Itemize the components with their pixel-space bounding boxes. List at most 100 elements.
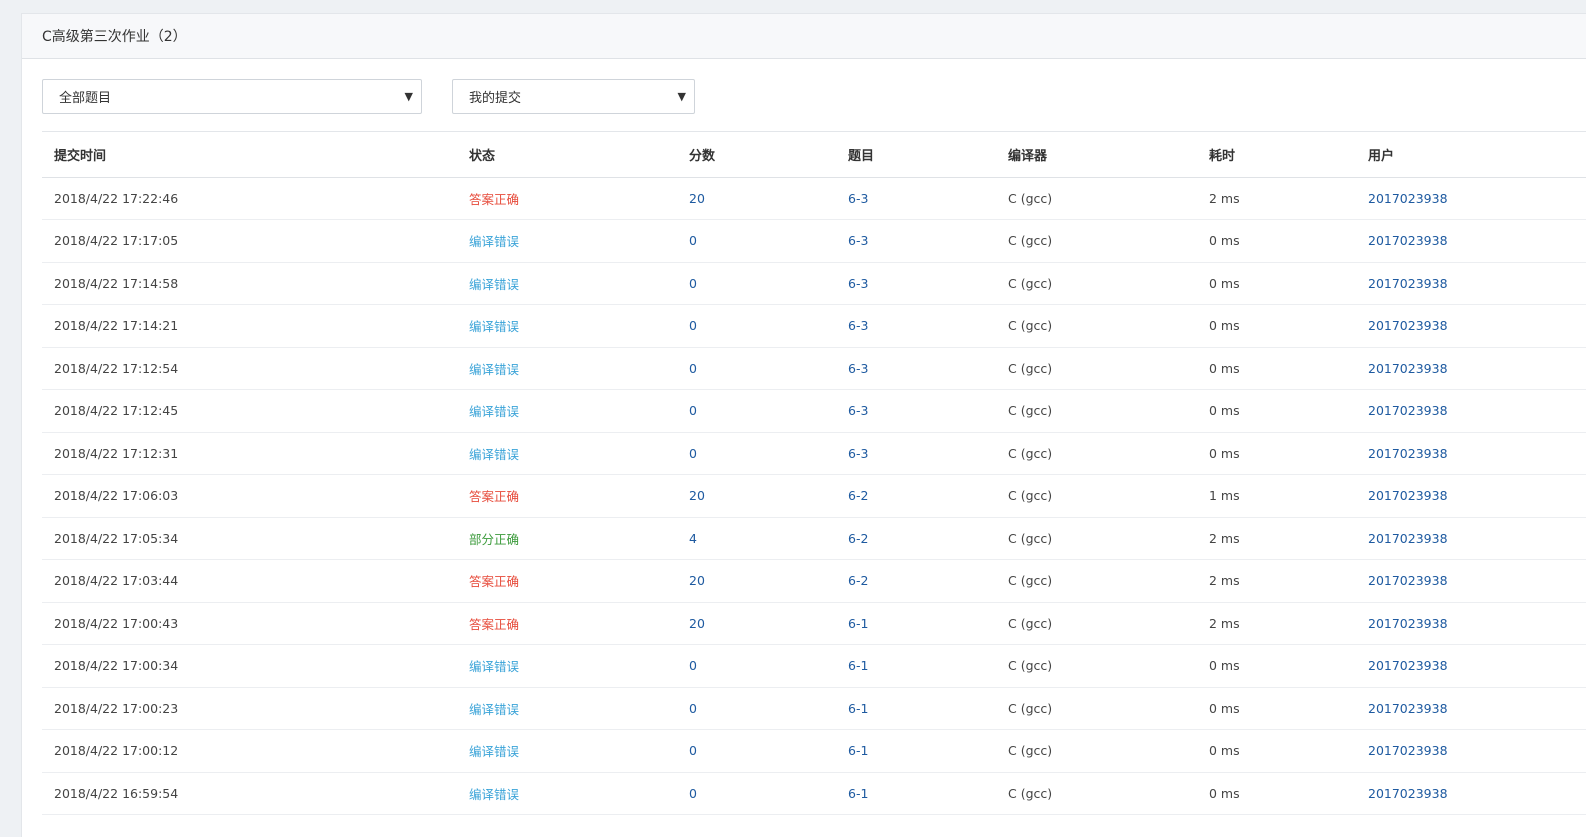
table-row: 2018/4/22 17:14:58 编译错误 0 6-3 C (gcc) 0 ms 201…: [42, 262, 1586, 305]
cell-submit-time: 2018/4/22 17:00:34: [54, 658, 179, 674]
cell-status-link[interactable]: 编译错误: [469, 319, 519, 334]
cell-score-link[interactable]: 0: [689, 318, 697, 333]
cell-problem-link[interactable]: 6-1: [848, 658, 868, 673]
cell-user-link[interactable]: 2017023938: [1368, 701, 1448, 716]
cell-problem-link[interactable]: 6-3: [848, 361, 868, 376]
cell-duration: 2 ms: [1209, 615, 1240, 631]
filter-bar: 全部题目 ▼ 我的提交 ▼: [42, 79, 695, 114]
cell-score-link[interactable]: 0: [689, 361, 697, 376]
cell-score-link[interactable]: 20: [689, 573, 705, 588]
cell-problem-link[interactable]: 6-3: [848, 403, 868, 418]
cell-score-link[interactable]: 4: [689, 531, 697, 546]
cell-status-link[interactable]: 编译错误: [469, 787, 519, 802]
problem-filter-select[interactable]: 全部题目 ▼: [42, 79, 422, 114]
cell-problem-link[interactable]: 6-3: [848, 276, 868, 291]
cell-compiler: C (gcc): [996, 219, 1197, 263]
cell-status-link[interactable]: 答案正确: [469, 617, 519, 632]
cell-score-link[interactable]: 0: [689, 446, 697, 461]
cell-compiler: C (gcc): [1008, 658, 1053, 674]
cell-problem: 6-3: [836, 177, 996, 220]
cell-problem-link[interactable]: 6-3: [848, 446, 868, 461]
cell-compiler: C (gcc): [996, 602, 1197, 645]
cell-user-link[interactable]: 2017023938: [1368, 276, 1448, 291]
cell-status-link[interactable]: 部分正确: [469, 532, 519, 547]
cell-submit-time: 2018/4/22 17:00:23: [42, 687, 457, 730]
col-header-user: 用户: [1356, 132, 1586, 178]
cell-compiler: C (gcc): [996, 389, 1197, 433]
table-row: 2018/4/22 17:12:54 编译错误 0 6-3 C (gcc) 0 ms 201…: [42, 347, 1586, 390]
cell-submit-time: 2018/4/22 17:03:44: [42, 559, 457, 603]
cell-problem-link[interactable]: 6-1: [848, 743, 868, 758]
cell-user-link[interactable]: 2017023938: [1368, 233, 1448, 248]
cell-status-link[interactable]: 编译错误: [469, 659, 519, 674]
cell-score: 0: [677, 347, 836, 390]
cell-status-link[interactable]: 编译错误: [469, 277, 519, 292]
cell-problem-link[interactable]: 6-2: [848, 488, 868, 503]
cell-duration: 2 ms: [1197, 559, 1356, 603]
cell-submit-time: 2018/4/22 17:12:45: [54, 403, 179, 419]
cell-user-link[interactable]: 2017023938: [1368, 403, 1448, 418]
cell-problem-link[interactable]: 6-1: [848, 701, 868, 716]
cell-status-link[interactable]: 编译错误: [469, 744, 519, 759]
cell-score-link[interactable]: 0: [689, 403, 697, 418]
cell-status-link[interactable]: 编译错误: [469, 702, 519, 717]
cell-user-link[interactable]: 2017023938: [1368, 743, 1448, 758]
cell-status: 编译错误: [457, 772, 677, 815]
cell-user-link[interactable]: 2017023938: [1368, 658, 1448, 673]
cell-score-link[interactable]: 0: [689, 276, 697, 291]
cell-duration: 2 ms: [1209, 190, 1240, 206]
cell-user-link[interactable]: 2017023938: [1368, 616, 1448, 631]
cell-user-link[interactable]: 2017023938: [1368, 361, 1448, 376]
cell-user-link[interactable]: 2017023938: [1368, 531, 1448, 546]
cell-compiler: C (gcc): [996, 729, 1197, 773]
cell-duration: 2 ms: [1197, 177, 1356, 220]
cell-problem-link[interactable]: 6-3: [848, 191, 868, 206]
cell-problem-link[interactable]: 6-2: [848, 573, 868, 588]
cell-status-link[interactable]: 编译错误: [469, 234, 519, 249]
cell-problem-link[interactable]: 6-3: [848, 318, 868, 333]
cell-compiler: C (gcc): [996, 517, 1197, 560]
cell-user-link[interactable]: 2017023938: [1368, 786, 1448, 801]
cell-user-link[interactable]: 2017023938: [1368, 191, 1448, 206]
cell-submit-time: 2018/4/22 17:12:31: [54, 445, 179, 461]
cell-problem-link[interactable]: 6-1: [848, 786, 868, 801]
cell-score-link[interactable]: 0: [689, 701, 697, 716]
cell-score-link[interactable]: 20: [689, 616, 705, 631]
cell-duration: 0 ms: [1209, 785, 1240, 801]
cell-status-link[interactable]: 编译错误: [469, 447, 519, 462]
cell-compiler: C (gcc): [996, 644, 1197, 688]
cell-problem-link[interactable]: 6-1: [848, 616, 868, 631]
cell-status-link[interactable]: 答案正确: [469, 489, 519, 504]
table-row: 2018/4/22 17:22:46 答案正确 20 6-3 C (gcc) 2 ms 20…: [42, 177, 1586, 220]
cell-duration: 0 ms: [1209, 403, 1240, 419]
cell-user-link[interactable]: 2017023938: [1368, 446, 1448, 461]
cell-problem-link[interactable]: 6-3: [848, 233, 868, 248]
cell-score-link[interactable]: 0: [689, 658, 697, 673]
cell-score-link[interactable]: 0: [689, 786, 697, 801]
cell-compiler: C (gcc): [1008, 275, 1053, 291]
cell-status-link[interactable]: 答案正确: [469, 192, 519, 207]
cell-problem-link[interactable]: 6-2: [848, 531, 868, 546]
cell-status-link[interactable]: 编译错误: [469, 404, 519, 419]
cell-status-link[interactable]: 答案正确: [469, 574, 519, 589]
table-row: 2018/4/22 17:00:43 答案正确 20 6-1 C (gcc) 2 ms 20…: [42, 602, 1586, 645]
cell-user-link[interactable]: 2017023938: [1368, 318, 1448, 333]
submission-filter-select[interactable]: 我的提交 ▼: [452, 79, 695, 114]
cell-score-link[interactable]: 20: [689, 191, 705, 206]
cell-status: 编译错误: [457, 432, 677, 475]
cell-user-link[interactable]: 2017023938: [1368, 573, 1448, 588]
table-row: 2018/4/22 17:00:34 编译错误 0 6-1 C (gcc) 0 ms 201…: [42, 644, 1586, 688]
cell-status: 编译错误: [457, 347, 677, 390]
cell-user-link[interactable]: 2017023938: [1368, 488, 1448, 503]
cell-problem: 6-3: [836, 262, 996, 305]
cell-score-link[interactable]: 0: [689, 743, 697, 758]
cell-score-link[interactable]: 0: [689, 233, 697, 248]
table-row: 2018/4/22 17:14:21 编译错误 0 6-3 C (gcc) 0 ms 201…: [42, 304, 1586, 348]
cell-problem: 6-1: [836, 687, 996, 730]
table-row: 2018/4/22 16:59:54 编译错误 0 6-1 C (gcc) 0 ms 201…: [42, 772, 1586, 815]
cell-status-link[interactable]: 编译错误: [469, 362, 519, 377]
cell-compiler: C (gcc): [996, 177, 1197, 220]
cell-score-link[interactable]: 20: [689, 488, 705, 503]
cell-score: 0: [677, 772, 836, 815]
cell-problem: 6-2: [836, 559, 996, 603]
